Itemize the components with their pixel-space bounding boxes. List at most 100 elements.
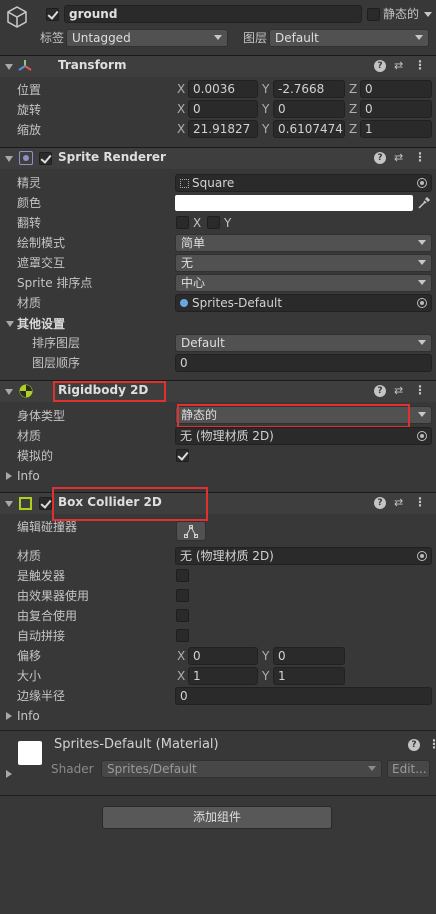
edge-radius-field[interactable]: 0 <box>175 687 432 705</box>
mask-interaction-dropdown[interactable]: 无 <box>175 254 432 272</box>
draw-mode-dropdown[interactable]: 简单 <box>175 234 432 252</box>
material-expand-icon[interactable] <box>6 770 12 778</box>
sprite-renderer-header[interactable]: Sprite Renderer ? ⇄ ⋮ <box>0 147 436 169</box>
preset-icon[interactable]: ⇄ <box>394 385 406 397</box>
preset-icon[interactable]: ⇄ <box>394 60 406 72</box>
sprite-asset-icon <box>180 179 189 188</box>
rotation-x-field[interactable]: 0 <box>188 100 258 118</box>
help-icon[interactable]: ? <box>374 385 386 397</box>
fold-arrow-icon[interactable] <box>5 156 13 162</box>
rotation-z-field[interactable]: 0 <box>360 100 432 118</box>
menu-icon[interactable]: ⋮ <box>414 151 426 163</box>
offset-y-field[interactable]: 0 <box>273 647 345 665</box>
info-expand-icon[interactable] <box>6 712 12 720</box>
flip-y-checkbox[interactable] <box>207 216 220 229</box>
collider-material-value: 无 (物理材质 2D) <box>180 549 274 563</box>
static-checkbox[interactable] <box>367 8 380 21</box>
used-by-composite-checkbox[interactable] <box>176 609 189 622</box>
rotation-label: 旋转 <box>17 103 42 117</box>
scale-y-field[interactable]: 0.6107474 <box>273 120 345 138</box>
axis-z-label[interactable]: Z <box>349 120 357 138</box>
order-in-layer-field[interactable]: 0 <box>175 354 432 372</box>
shader-value: Sprites/Default <box>107 762 197 776</box>
fold-arrow-icon[interactable] <box>5 64 13 70</box>
axis-y-label[interactable]: Y <box>262 667 269 685</box>
used-by-effector-checkbox[interactable] <box>176 589 189 602</box>
size-label: 大小 <box>17 669 42 683</box>
menu-icon[interactable]: ⋮ <box>414 496 426 508</box>
sprite-renderer-title: Sprite Renderer <box>58 150 166 164</box>
auto-tiling-checkbox[interactable] <box>176 629 189 642</box>
box-collider-enabled-checkbox[interactable] <box>39 497 52 510</box>
rotation-y-field[interactable]: 0 <box>273 100 345 118</box>
material-value: Sprites-Default <box>192 296 283 310</box>
edit-collider-button[interactable] <box>176 521 206 541</box>
eyedropper-icon[interactable] <box>417 196 431 210</box>
collider-info-label[interactable]: Info <box>17 708 40 724</box>
help-icon[interactable]: ? <box>408 739 420 751</box>
layer-dropdown[interactable]: Default <box>269 29 429 47</box>
sort-point-dropdown[interactable]: 中心 <box>175 274 432 292</box>
box-collider-title-highlight <box>52 487 208 521</box>
shader-dropdown[interactable]: Sprites/Default <box>101 760 382 778</box>
axis-x-label[interactable]: X <box>177 100 185 118</box>
help-icon[interactable]: ? <box>374 60 386 72</box>
active-checkbox[interactable] <box>46 8 59 21</box>
other-settings-label[interactable]: 其他设置 <box>17 316 65 332</box>
axis-x-label[interactable]: X <box>177 647 185 665</box>
preset-icon[interactable]: ⇄ <box>394 152 406 164</box>
position-y-field[interactable]: -2.7668 <box>273 80 345 98</box>
simulated-checkbox[interactable] <box>176 449 189 462</box>
axis-x-label[interactable]: X <box>177 667 185 685</box>
size-x-field[interactable]: 1 <box>188 667 258 685</box>
collider-material-field[interactable]: 无 (物理材质 2D) <box>175 547 432 565</box>
edit-collider-label: 编辑碰撞器 <box>17 520 78 534</box>
offset-x-field[interactable]: 0 <box>188 647 258 665</box>
static-dropdown-arrow[interactable] <box>424 12 432 17</box>
help-icon[interactable]: ? <box>374 497 386 509</box>
add-component-button[interactable]: 添加组件 <box>102 806 332 829</box>
axis-y-label[interactable]: Y <box>262 80 269 98</box>
object-picker-icon[interactable] <box>417 298 427 308</box>
transform-header[interactable]: Transform ? ⇄ ⋮ <box>0 55 436 77</box>
menu-icon[interactable]: ⋮ <box>414 384 426 396</box>
position-z-field[interactable]: 0 <box>360 80 432 98</box>
material-field[interactable]: Sprites-Default <box>175 294 432 312</box>
object-picker-icon[interactable] <box>417 431 427 441</box>
object-picker-icon[interactable] <box>417 178 427 188</box>
fold-arrow-icon[interactable] <box>6 321 14 327</box>
position-x-field[interactable]: 0.0036 <box>188 80 258 98</box>
axis-z-label[interactable]: Z <box>349 80 357 98</box>
scale-x-field[interactable]: 21.91827 <box>188 120 258 138</box>
flip-x-checkbox[interactable] <box>176 216 189 229</box>
help-icon[interactable]: ? <box>374 152 386 164</box>
size-y-field[interactable]: 1 <box>273 667 345 685</box>
axis-x-label[interactable]: X <box>177 80 185 98</box>
axis-y-label[interactable]: Y <box>262 647 269 665</box>
fold-arrow-icon[interactable] <box>5 501 13 507</box>
axis-z-label[interactable]: Z <box>349 100 357 118</box>
shader-label: Shader <box>51 762 94 776</box>
axis-x-label[interactable]: X <box>177 120 185 138</box>
rigidbody-material-field[interactable]: 无 (物理材质 2D) <box>175 427 432 445</box>
preset-icon[interactable]: ⇄ <box>394 497 406 509</box>
axis-y-label[interactable]: Y <box>262 100 269 118</box>
menu-icon[interactable]: ⋮ <box>428 738 436 750</box>
object-name-field[interactable]: ground <box>64 5 362 23</box>
rigidbody-info-label[interactable]: Info <box>17 468 40 484</box>
object-picker-icon[interactable] <box>417 551 427 561</box>
sorting-layer-dropdown[interactable]: Default <box>175 334 432 352</box>
tag-dropdown[interactable]: Untagged <box>66 29 228 47</box>
sprite-field[interactable]: Square <box>175 174 432 192</box>
color-swatch[interactable] <box>175 195 413 211</box>
offset-label: 偏移 <box>17 649 42 663</box>
info-expand-icon[interactable] <box>6 472 12 480</box>
is-trigger-checkbox[interactable] <box>176 569 189 582</box>
used-by-composite-label: 由复合使用 <box>17 609 78 623</box>
scale-z-field[interactable]: 1 <box>360 120 432 138</box>
sprite-renderer-enabled-checkbox[interactable] <box>39 152 52 165</box>
menu-icon[interactable]: ⋮ <box>414 59 426 71</box>
axis-y-label[interactable]: Y <box>262 120 269 138</box>
shader-edit-button[interactable]: Edit... <box>387 760 430 778</box>
fold-arrow-icon[interactable] <box>5 389 13 395</box>
